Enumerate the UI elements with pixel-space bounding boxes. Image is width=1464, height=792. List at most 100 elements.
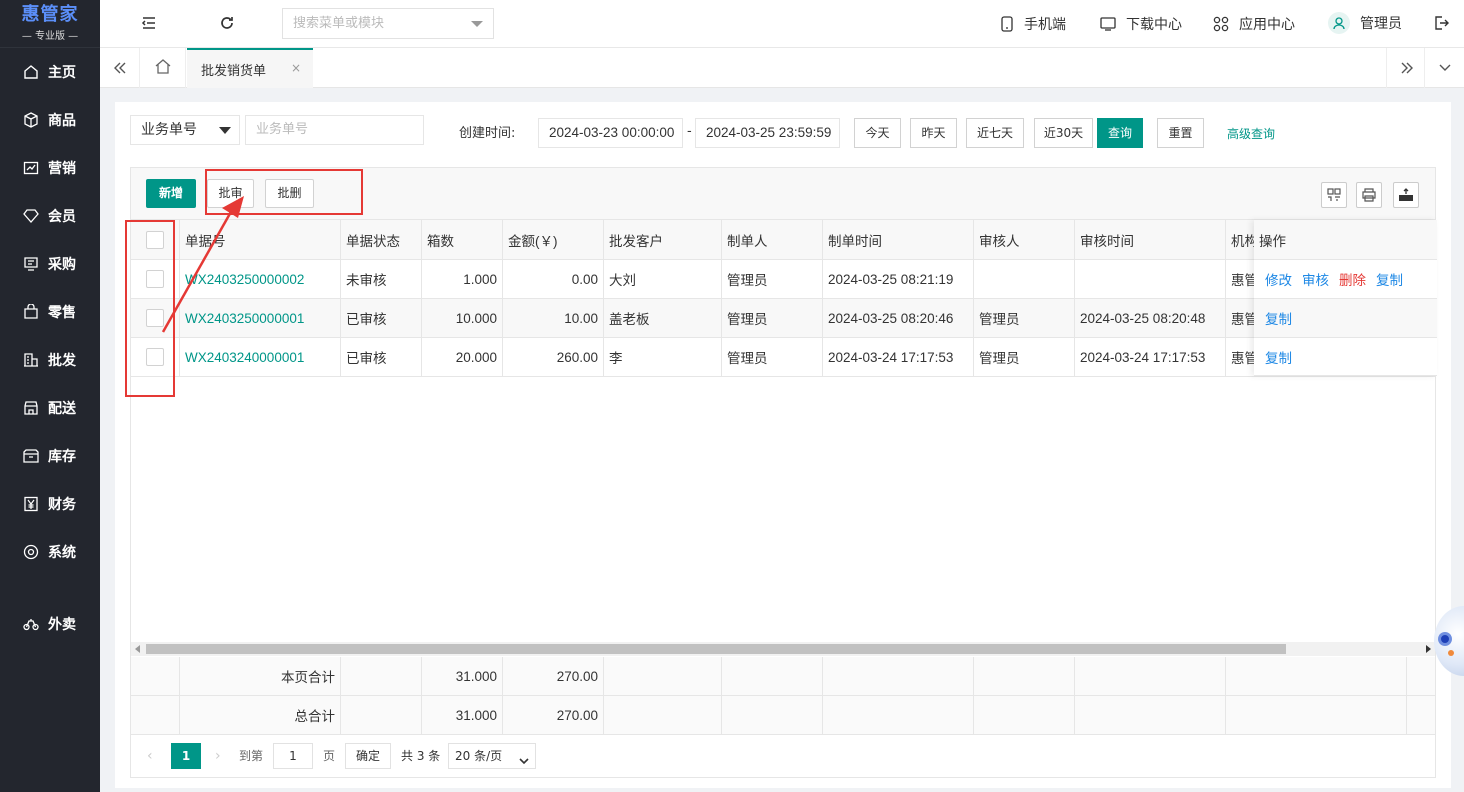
table-row[interactable]: WX2403250000002 未审核 1.000 0.00 大刘 管理员 20… [131, 260, 1435, 299]
blank-cell [131, 696, 180, 734]
copy-link[interactable]: 复制 [1265, 347, 1292, 367]
today-button[interactable]: 今天 [854, 118, 901, 148]
sidebar-item-goods[interactable]: 商品 [0, 96, 100, 144]
audit-link[interactable]: 审核 [1302, 269, 1329, 289]
scroll-right-icon[interactable] [1426, 645, 1431, 653]
operations-column: 操作 修改 审核 删除 复制 复制 复制 [1254, 220, 1437, 376]
table-row[interactable]: WX2403250000001 已审核 10.000 10.00 盖老板 管理员… [131, 299, 1435, 338]
table-row[interactable]: WX2403240000001 已审核 20.000 260.00 李 管理员 … [131, 338, 1435, 377]
col-header-ops: 操作 [1259, 233, 1286, 249]
sidebar-item-wholesale[interactable]: 批发 [0, 336, 100, 384]
last-7-days-button[interactable]: 近七天 [966, 118, 1024, 148]
copy-link[interactable]: 复制 [1265, 308, 1292, 328]
export-icon[interactable] [1393, 182, 1419, 208]
sidebar-item-purchase[interactable]: 采购 [0, 240, 100, 288]
horizontal-scrollbar[interactable] [131, 642, 1435, 656]
page-number-input[interactable]: 1 [273, 743, 313, 769]
tab-wholesale-sales[interactable]: 批发销货单 × [187, 48, 313, 88]
brand-title: 惠管家 [21, 4, 79, 25]
last-30-days-button[interactable]: 近30天 [1034, 118, 1093, 148]
sidebar-item-inventory[interactable]: 库存 [0, 432, 100, 480]
mobile-link[interactable]: 手机端 [1000, 14, 1066, 34]
date-from-input[interactable]: 2024-03-23 00:00:00 [538, 118, 683, 148]
sidebar-item-label: 营销 [48, 161, 76, 177]
menu-toggle-icon[interactable] [140, 14, 158, 32]
scrollbar-thumb[interactable] [146, 644, 1286, 654]
bike-icon [22, 615, 40, 633]
columns-icon[interactable] [1321, 182, 1347, 208]
sidebar-nav: 主页 商品 营销 会员 采购 零售 批发 配送 库存 财务 系统 外卖 [0, 48, 100, 648]
auditor-cell: 管理员 [974, 299, 1075, 337]
row-actions: 复制 [1260, 338, 1430, 375]
logo[interactable]: 惠管家 — 专业版 — [0, 0, 100, 48]
refresh-icon[interactable] [218, 14, 236, 32]
copy-link[interactable]: 复制 [1376, 269, 1403, 289]
app-center-link[interactable]: 应用中心 [1213, 14, 1295, 34]
tabs-scroll-left-icon[interactable] [100, 48, 140, 88]
yesterday-button[interactable]: 昨天 [910, 118, 957, 148]
settings-icon [22, 543, 40, 561]
page-total-boxes: 31.000 [422, 657, 503, 695]
date-to-input[interactable]: 2024-03-25 23:59:59 [695, 118, 840, 148]
logout-icon[interactable] [1432, 14, 1450, 32]
order-no-link[interactable]: WX2403240000001 [180, 338, 341, 376]
grand-total-row: 总合计 31.000 270.00 [131, 696, 1435, 735]
sidebar-item-marketing[interactable]: 营销 [0, 144, 100, 192]
sidebar-item-retail[interactable]: 零售 [0, 288, 100, 336]
col-header-audited-at[interactable]: 审核时间 [1075, 220, 1226, 259]
audited-at-cell [1075, 260, 1226, 298]
status-cell: 已审核 [341, 338, 422, 376]
building-icon [22, 351, 40, 369]
reset-button[interactable]: 重置 [1157, 118, 1204, 148]
purchase-icon [22, 255, 40, 273]
print-icon[interactable] [1356, 182, 1382, 208]
col-header-boxes[interactable]: 箱数 [422, 220, 503, 259]
download-center-link[interactable]: 下载中心 [1100, 14, 1182, 34]
sidebar-item-label: 零售 [48, 305, 76, 321]
boxes-cell: 10.000 [422, 299, 503, 337]
tabs-menu-icon[interactable] [1424, 48, 1464, 88]
scroll-left-icon[interactable] [135, 645, 140, 653]
apps-label: 应用中心 [1239, 17, 1295, 33]
status-cell: 未审核 [341, 260, 422, 298]
boxes-cell: 20.000 [422, 338, 503, 376]
sidebar-item-label: 主页 [48, 65, 76, 81]
diamond-icon [22, 207, 40, 225]
blank-cell [604, 657, 722, 695]
col-header-maker[interactable]: 制单人 [722, 220, 823, 259]
close-icon[interactable]: × [291, 61, 301, 75]
delete-link[interactable]: 删除 [1339, 269, 1366, 289]
boxes-cell: 1.000 [422, 260, 503, 298]
sidebar-item-system[interactable]: 系统 [0, 528, 100, 576]
query-button[interactable]: 查询 [1097, 118, 1143, 148]
order-number-input[interactable]: 业务单号 [245, 115, 424, 145]
current-page[interactable]: 1 [171, 743, 201, 769]
tab-home[interactable] [140, 48, 186, 88]
date-separator: - [687, 124, 692, 139]
sidebar-item-takeout[interactable]: 外卖 [0, 600, 100, 648]
user-menu[interactable]: 管理员 [1328, 12, 1402, 34]
next-page-icon[interactable]: › [215, 743, 221, 769]
col-header-amount[interactable]: 金额(￥) [503, 220, 604, 259]
sidebar-item-member[interactable]: 会员 [0, 192, 100, 240]
box-icon [22, 111, 40, 129]
sidebar-item-finance[interactable]: 财务 [0, 480, 100, 528]
advanced-query-link[interactable]: 高级查询 [1227, 125, 1275, 142]
edit-link[interactable]: 修改 [1265, 269, 1292, 289]
avatar [1328, 12, 1350, 34]
tabs-scroll-right-icon[interactable] [1386, 48, 1426, 88]
col-header-made-at[interactable]: 制单时间 [823, 220, 974, 259]
sidebar-item-delivery[interactable]: 配送 [0, 384, 100, 432]
page-size-select[interactable]: 20 条/页 [448, 743, 536, 769]
sidebar-item-label: 批发 [48, 353, 76, 369]
confirm-page-button[interactable]: 确定 [345, 743, 391, 769]
prev-page-icon[interactable]: ‹ [147, 743, 153, 769]
menu-search-input[interactable]: 搜索菜单或模块 [282, 8, 494, 39]
col-header-auditor[interactable]: 审核人 [974, 220, 1075, 259]
maker-cell: 管理员 [722, 338, 823, 376]
tab-label: 批发销货单 [201, 63, 267, 79]
field-select[interactable]: 业务单号 [130, 115, 240, 145]
col-header-status[interactable]: 单据状态 [341, 220, 422, 259]
col-header-customer[interactable]: 批发客户 [604, 220, 722, 259]
sidebar-item-home[interactable]: 主页 [0, 48, 100, 96]
